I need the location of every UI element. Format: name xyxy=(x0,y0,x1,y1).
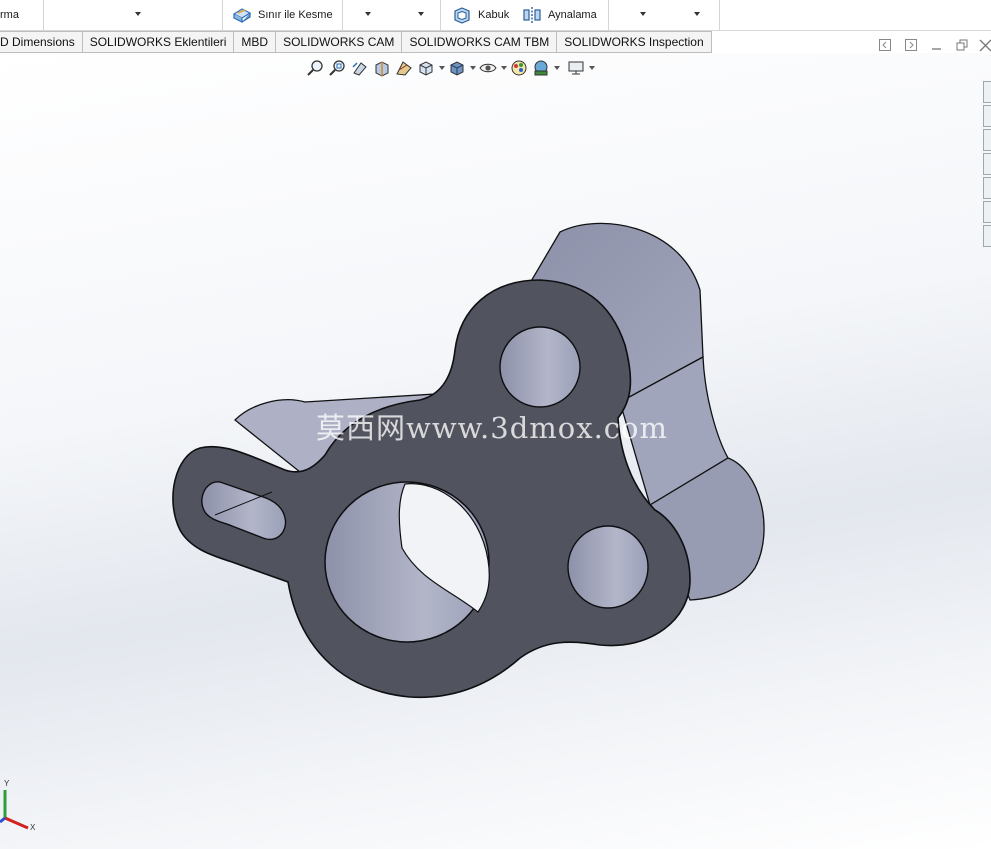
shell-button[interactable]: Kabuk xyxy=(452,0,509,30)
mirror-icon xyxy=(523,7,541,23)
zoom-to-fit-button[interactable] xyxy=(305,58,327,78)
toolbar-separator xyxy=(342,0,343,30)
cut-command-label: rma xyxy=(0,9,19,21)
chevron-down-icon[interactable] xyxy=(135,12,141,16)
shell-label: Kabuk xyxy=(478,9,510,21)
boundary-cut-icon xyxy=(232,8,252,23)
monitor-icon xyxy=(568,61,584,75)
hide-show-items-dropdown[interactable] xyxy=(499,58,508,78)
tab-3d-dimensions[interactable]: D Dimensions xyxy=(0,31,83,53)
apply-scene-dropdown[interactable] xyxy=(552,58,561,78)
boundary-cut-button[interactable]: Sınır ile Kesme xyxy=(232,0,333,30)
pane-left-icon[interactable] xyxy=(878,38,892,52)
toolbar-separator xyxy=(608,0,609,30)
scene-icon xyxy=(534,60,548,76)
appearance-palette-icon xyxy=(511,60,527,76)
task-pane-home-icon[interactable] xyxy=(983,81,991,103)
toolbar-separator xyxy=(719,0,720,30)
apply-scene-button[interactable] xyxy=(530,58,552,78)
chevron-down-icon[interactable] xyxy=(418,12,424,16)
section-view-icon xyxy=(375,61,389,77)
previous-view-icon xyxy=(352,62,367,76)
chevron-down-icon xyxy=(588,66,595,70)
restore-icon[interactable] xyxy=(955,38,969,52)
view-settings-button[interactable] xyxy=(565,58,587,78)
chevron-down-icon[interactable] xyxy=(640,12,646,16)
view-orientation-dropdown[interactable] xyxy=(437,58,446,78)
tab-solidworks-inspection[interactable]: SOLIDWORKS Inspection xyxy=(557,31,712,53)
toolbar-separator xyxy=(43,0,44,30)
chevron-down-icon xyxy=(438,66,445,70)
edit-appearance-button[interactable] xyxy=(508,58,530,78)
hide-show-items-button[interactable] xyxy=(477,58,499,78)
dynamic-annotation-icon xyxy=(396,61,412,76)
mirror-button[interactable]: Aynalama xyxy=(522,0,597,30)
heads-up-view-toolbar xyxy=(305,58,596,78)
view-orientation-icon xyxy=(419,61,433,76)
dynamic-annotation-button[interactable] xyxy=(393,58,415,78)
chevron-down-icon xyxy=(469,66,476,70)
task-pane-resources-icon[interactable] xyxy=(983,105,991,127)
pane-right-icon[interactable] xyxy=(904,38,918,52)
watermark-text: 莫西网www.3dmox.com xyxy=(316,411,668,445)
chevron-down-icon xyxy=(500,66,507,70)
zoom-to-area-button[interactable] xyxy=(327,58,349,78)
mirror-label: Aynalama xyxy=(548,9,597,21)
view-orientation-button[interactable] xyxy=(415,58,437,78)
minimize-icon[interactable] xyxy=(930,38,944,52)
chevron-down-icon xyxy=(553,66,560,70)
command-manager-tabs: D Dimensions SOLIDWORKS Eklentileri MBD … xyxy=(0,31,712,53)
tab-solidworks-cam-tbm[interactable]: SOLIDWORKS CAM TBM xyxy=(402,31,558,53)
chevron-down-icon[interactable] xyxy=(365,12,371,16)
toolbar-separator xyxy=(222,0,223,30)
tab-solidworks-add-ins[interactable]: SOLIDWORKS Eklentileri xyxy=(82,31,235,53)
triad-y-label: Y xyxy=(4,779,10,788)
boundary-cut-label: Sınır ile Kesme xyxy=(258,9,333,21)
task-pane-view-palette-icon[interactable] xyxy=(983,177,991,199)
task-pane-tabs xyxy=(983,81,991,249)
eye-icon xyxy=(479,63,497,73)
task-pane-design-library-icon[interactable] xyxy=(983,129,991,151)
close-icon[interactable] xyxy=(978,38,991,52)
section-view-button[interactable] xyxy=(371,58,393,78)
chevron-down-icon[interactable] xyxy=(694,12,700,16)
display-style-dropdown[interactable] xyxy=(468,58,477,78)
task-pane-custom-properties-icon[interactable] xyxy=(983,225,991,247)
zoom-to-fit-icon xyxy=(307,60,323,76)
tab-mbd[interactable]: MBD xyxy=(234,31,277,53)
triad-x-label: X xyxy=(30,823,36,832)
zoom-to-area-icon xyxy=(329,60,345,76)
toolbar-separator xyxy=(440,0,441,30)
display-style-icon xyxy=(450,61,464,76)
coordinate-triad: Y X xyxy=(0,779,36,832)
top-hole xyxy=(499,326,581,408)
display-style-button[interactable] xyxy=(446,58,468,78)
cut-command[interactable]: rma xyxy=(0,0,19,30)
task-pane-file-explorer-icon[interactable] xyxy=(983,153,991,175)
graphics-area[interactable]: Y X 莫西网www.3dmox.com xyxy=(0,53,991,849)
previous-view-button[interactable] xyxy=(349,58,371,78)
part-model[interactable]: Y X xyxy=(0,53,991,849)
tab-solidworks-cam[interactable]: SOLIDWORKS CAM xyxy=(276,31,403,53)
view-settings-dropdown[interactable] xyxy=(587,58,596,78)
task-pane-appearances-icon[interactable] xyxy=(983,201,991,223)
shell-icon xyxy=(454,7,470,24)
command-manager-toolbar: rma Sınır ile Kesme Kabuk Aynalama xyxy=(0,0,991,31)
right-hole xyxy=(567,525,649,609)
